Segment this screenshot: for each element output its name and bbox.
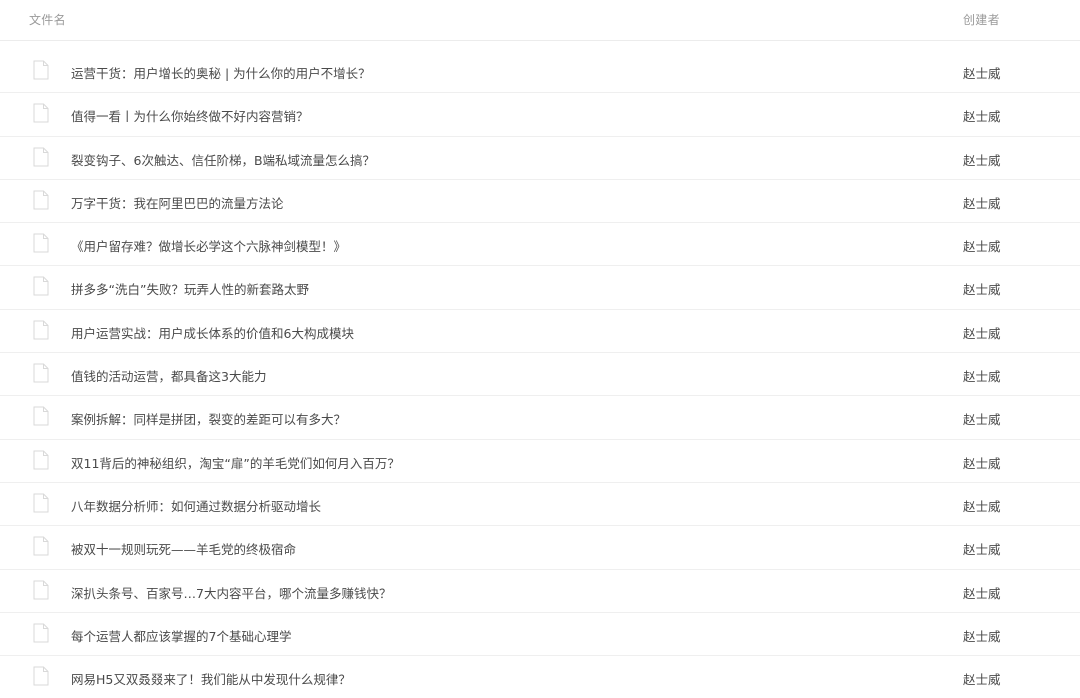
column-header-filename[interactable]: 文件名 — [29, 11, 66, 28]
file-creator: 赵士威 — [963, 585, 1001, 601]
document-icon — [33, 493, 49, 513]
file-name[interactable]: 案例拆解：同样是拼团，裂变的差距可以有多大？ — [71, 409, 346, 428]
file-creator: 赵士威 — [963, 498, 1001, 514]
file-row[interactable]: 万字干货：我在阿里巴巴的流量方法论 赵士威 — [0, 180, 1080, 224]
file-row[interactable]: 运营干货：用户增长的奥秘 | 为什么你的用户不增长？ 赵士威 — [0, 50, 1080, 94]
file-creator: 赵士威 — [963, 152, 1001, 168]
file-creator: 赵士威 — [963, 628, 1001, 644]
document-icon — [33, 103, 49, 123]
file-row[interactable]: 值钱的活动运营，都具备这3大能力 赵士威 — [0, 353, 1080, 397]
file-name[interactable]: 值得一看丨为什么你始终做不好内容营销？ — [71, 106, 309, 125]
document-icon — [33, 233, 49, 253]
file-list-page: 文件名 创建者 运营干货：用户增长的奥秘 | 为什么你的用户不增长？ 赵士威 值… — [0, 0, 1080, 698]
file-name[interactable]: 裂变钩子、6次触达、信任阶梯，B端私域流量怎么搞？ — [71, 150, 375, 169]
file-list: 运营干货：用户增长的奥秘 | 为什么你的用户不增长？ 赵士威 值得一看丨为什么你… — [0, 50, 1080, 698]
file-row[interactable]: 被双十一规则玩死——羊毛党的终极宿命 赵士威 — [0, 526, 1080, 570]
file-row[interactable]: 值得一看丨为什么你始终做不好内容营销？ 赵士威 — [0, 93, 1080, 137]
file-row[interactable]: 双11背后的神秘组织，淘宝“扉”的羊毛党们如何月入百万？ 赵士威 — [0, 440, 1080, 483]
file-name[interactable]: 《用户留存难？做增长必学这个六脉神剑模型！》 — [71, 236, 346, 255]
file-row[interactable]: 用户运营实战：用户成长体系的价值和6大构成模块 赵士威 — [0, 310, 1080, 354]
file-name[interactable]: 双11背后的神秘组织，淘宝“扉”的羊毛党们如何月入百万？ — [71, 453, 400, 472]
file-creator: 赵士威 — [963, 66, 1001, 81]
file-name[interactable]: 万字干货：我在阿里巴巴的流量方法论 — [71, 193, 284, 212]
file-creator: 赵士威 — [963, 412, 1001, 428]
file-name[interactable]: 深扒头条号、百家号…7大内容平台，哪个流量多赚钱快？ — [71, 583, 391, 602]
column-header-creator[interactable]: 创建者 — [963, 11, 1000, 28]
file-name[interactable]: 八年数据分析师：如何通过数据分析驱动增长 — [71, 496, 321, 515]
file-name[interactable]: 值钱的活动运营，都具备这3大能力 — [71, 366, 266, 385]
document-icon — [33, 450, 49, 470]
file-name[interactable]: 运营干货：用户增长的奥秘 | 为什么你的用户不增长？ — [71, 63, 371, 82]
file-creator: 赵士威 — [963, 195, 1001, 211]
file-row[interactable]: 深扒头条号、百家号…7大内容平台，哪个流量多赚钱快？ 赵士威 — [0, 570, 1080, 613]
file-name[interactable]: 被双十一规则玩死——羊毛党的终极宿命 — [71, 539, 296, 558]
file-row[interactable]: 八年数据分析师：如何通过数据分析驱动增长 赵士威 — [0, 483, 1080, 527]
file-creator: 赵士威 — [963, 239, 1001, 255]
file-row[interactable]: 网易H5又双叒叕来了！我们能从中发现什么规律？ 赵士威 — [0, 656, 1080, 698]
file-creator: 赵士威 — [963, 455, 1001, 471]
file-creator: 赵士威 — [963, 109, 1001, 125]
document-icon — [33, 406, 49, 426]
document-icon — [33, 580, 49, 600]
file-row[interactable]: 每个运营人都应该掌握的7个基础心理学 赵士威 — [0, 613, 1080, 657]
file-name[interactable]: 网易H5又双叒叕来了！我们能从中发现什么规律？ — [71, 669, 351, 688]
file-creator: 赵士威 — [963, 325, 1001, 341]
file-creator: 赵士威 — [963, 369, 1001, 385]
document-icon — [33, 623, 49, 643]
document-icon — [33, 190, 49, 210]
document-icon — [33, 60, 49, 80]
document-icon — [33, 363, 49, 383]
document-icon — [33, 320, 49, 340]
file-name[interactable]: 拼多多“洗白”失败？玩弄人性的新套路太野 — [71, 279, 309, 298]
document-icon — [33, 276, 49, 296]
file-creator: 赵士威 — [963, 542, 1001, 558]
file-creator: 赵士威 — [963, 282, 1001, 298]
file-row[interactable]: 裂变钩子、6次触达、信任阶梯，B端私域流量怎么搞？ 赵士威 — [0, 137, 1080, 180]
file-row[interactable]: 案例拆解：同样是拼团，裂变的差距可以有多大？ 赵士威 — [0, 396, 1080, 440]
file-row[interactable]: 拼多多“洗白”失败？玩弄人性的新套路太野 赵士威 — [0, 266, 1080, 310]
file-creator: 赵士威 — [963, 672, 1001, 688]
file-name[interactable]: 用户运营实战：用户成长体系的价值和6大构成模块 — [71, 323, 354, 342]
document-icon — [33, 666, 49, 686]
file-row[interactable]: 《用户留存难？做增长必学这个六脉神剑模型！》 赵士威 — [0, 223, 1080, 267]
document-icon — [33, 147, 49, 167]
document-icon — [33, 536, 49, 556]
list-header: 文件名 创建者 — [0, 0, 1080, 41]
file-name[interactable]: 每个运营人都应该掌握的7个基础心理学 — [71, 626, 291, 645]
